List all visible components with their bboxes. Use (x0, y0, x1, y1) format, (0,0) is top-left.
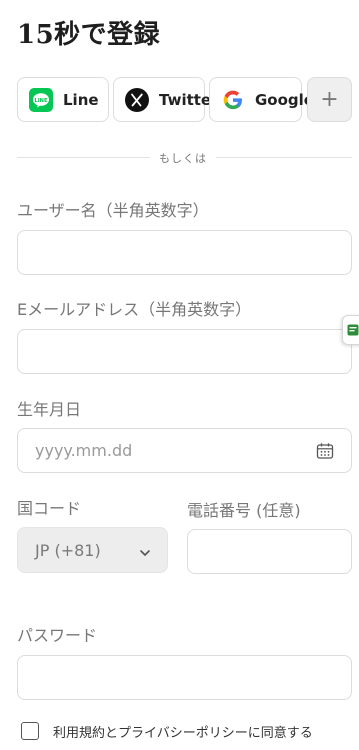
feedback-tab[interactable] (342, 315, 359, 345)
twitter-login-button[interactable]: Twitter (113, 77, 219, 122)
page-title: 15秒で登録 (17, 20, 161, 50)
google-login-label: Google (255, 90, 314, 109)
feedback-icon (347, 321, 359, 340)
password-label: パスワード (17, 626, 98, 645)
phone-input[interactable] (187, 529, 352, 574)
google-g-icon (221, 88, 245, 112)
calendar-icon[interactable] (316, 442, 334, 460)
password-input[interactable] (17, 655, 352, 700)
email-input[interactable] (17, 329, 352, 374)
x-logo-icon (125, 87, 149, 112)
google-login-button[interactable]: Google (209, 77, 314, 122)
agree-terms-label[interactable]: 利用規約とプライバシーポリシーに同意する (53, 722, 313, 741)
phone-label: 電話番号 (任意) (187, 501, 301, 520)
line-icon: LINE (29, 87, 53, 112)
username-label: ユーザー名（半角英数字） (17, 201, 209, 220)
birthdate-label: 生年月日 (17, 400, 82, 419)
divider-text: もしくは (150, 150, 216, 166)
agree-checkbox[interactable] (21, 722, 39, 740)
country-code-label: 国コード (17, 499, 82, 518)
line-login-button[interactable]: LINE Line (17, 77, 109, 122)
email-label: Eメールアドレス（半角英数字） (17, 300, 252, 319)
more-login-options-button[interactable]: + (307, 77, 352, 122)
line-login-label: Line (63, 90, 99, 109)
country-code-select[interactable]: JP (+81) (17, 527, 168, 573)
birthdate-input[interactable]: yyyy.mm.dd (17, 428, 352, 473)
chevron-down-icon (139, 544, 151, 556)
username-input[interactable] (17, 230, 352, 275)
country-code-value: JP (+81) (35, 541, 101, 560)
birthdate-placeholder: yyyy.mm.dd (35, 441, 133, 460)
svg-text:LINE: LINE (34, 97, 48, 103)
